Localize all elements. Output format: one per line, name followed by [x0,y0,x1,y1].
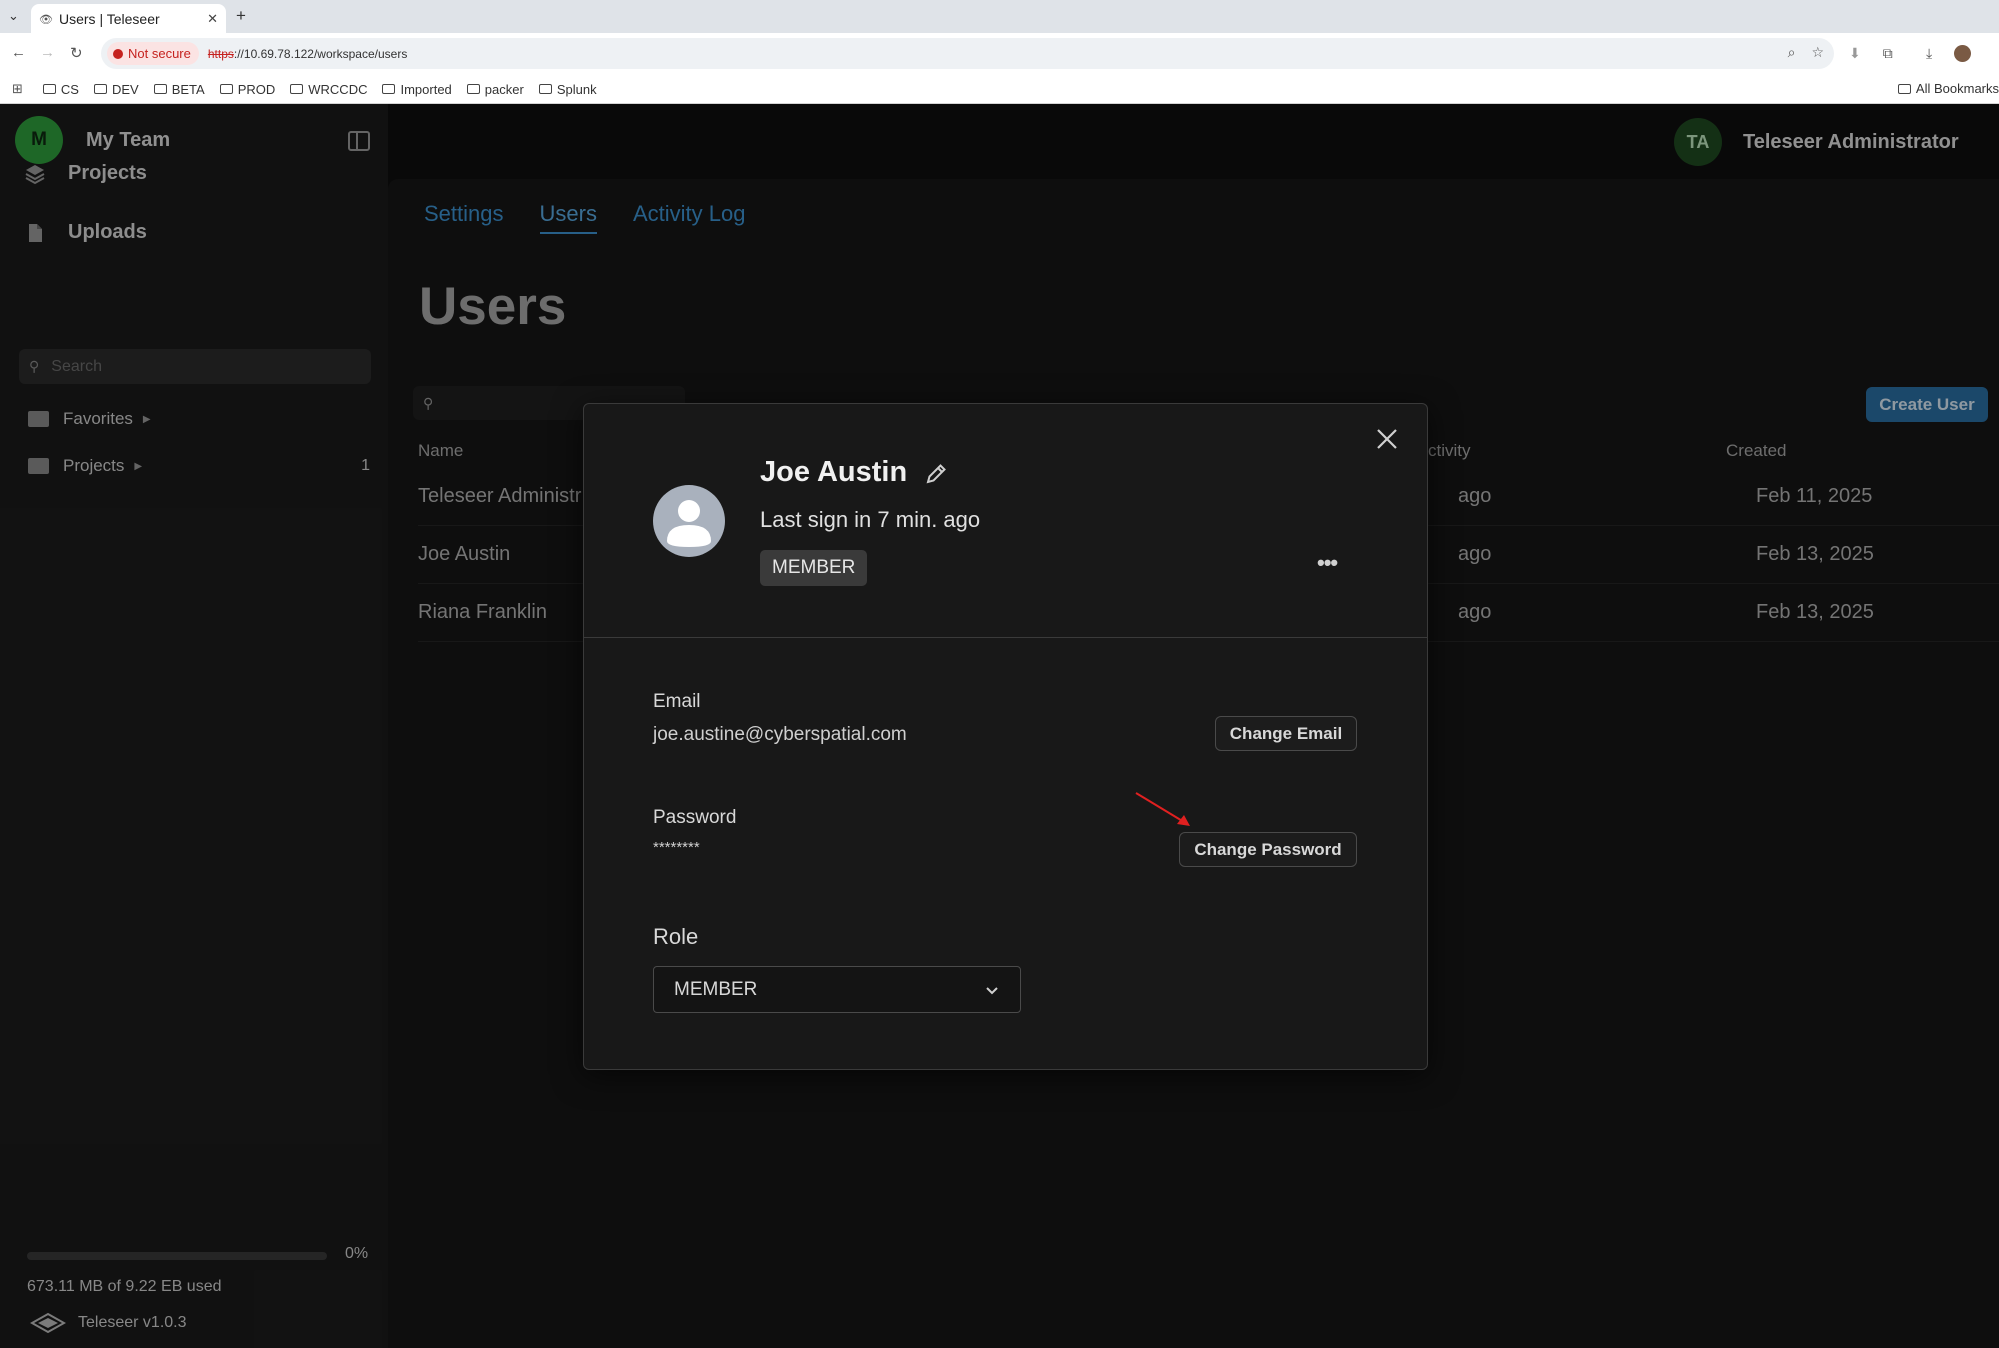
url-text[interactable]: https://10.69.78.122/workspace/users [208,47,407,61]
bookmark-label: Splunk [556,81,597,97]
chevron-down-icon [986,986,998,994]
browser-tab[interactable]: 👁 Users | Teleseer ✕ [31,4,226,33]
close-icon[interactable] [1374,426,1400,452]
bookmark-label: packer [484,81,524,97]
bookmark-folder[interactable]: Splunk [538,81,597,97]
folder-icon [382,84,396,94]
role-label: Role [653,924,699,949]
folder-icon [466,84,480,94]
bookmarks-bar: ⊞ CS DEV BETA PROD WRCCDC Imported packe… [0,75,1999,104]
bookmark-star-icon[interactable]: ☆ [1811,44,1824,61]
role-select-value: MEMBER [674,978,758,1000]
folder-icon [1897,83,1911,94]
security-label: Not secure [128,46,191,61]
teleseer-favicon-icon: 👁 [39,13,53,26]
extension-icon[interactable]: ⬇ [1849,45,1861,62]
bookmark-label: CS [60,81,79,97]
forward-arrow-icon[interactable]: → [40,44,55,61]
bookmark-label: BETA [171,81,205,97]
browser-menu-icon[interactable]: ⋮ [1993,45,1999,62]
bookmark-folder[interactable]: DEV [93,81,139,97]
warning-icon [113,48,123,59]
all-bookmarks-label: All Bookmarks [1915,81,1999,96]
folder-icon [538,84,552,94]
address-bar[interactable]: Not secure https://10.69.78.122/workspac… [101,38,1834,69]
email-label: Email [653,691,701,712]
change-email-button[interactable]: Change Email [1215,716,1357,751]
bookmark-folder[interactable]: PROD [219,81,276,97]
back-arrow-icon[interactable]: ← [11,44,26,61]
role-badge: MEMBER [760,550,868,586]
more-options-icon[interactable]: ••• [1317,550,1338,576]
last-sign-in: Last sign in 7 min. ago [760,507,981,532]
password-label: Password [653,807,737,828]
bookmark-label: PROD [237,81,276,97]
bookmark-label: WRCCDC [308,81,368,97]
bookmark-folder[interactable]: CS [42,81,79,97]
toolbar-actions-right: ⤓ ⋮ [1926,45,1999,62]
browser-toolbar: ← → ↻ Not secure https://10.69.78.122/wo… [0,33,1999,75]
bookmark-label: DEV [111,81,139,97]
divider [584,637,1427,638]
user-avatar-placeholder [653,485,725,557]
bookmark-folder[interactable]: BETA [153,81,205,97]
change-password-button[interactable]: Change Password [1179,832,1357,867]
puzzle-extensions-icon[interactable]: ⧉ [1883,45,1893,62]
password-value: ******** [653,839,700,856]
user-details-modal: Joe Austin Last sign in 7 min. ago MEMBE… [583,403,1428,1070]
apps-grid-icon[interactable]: ⊞ [12,81,23,97]
url-path: ://10.69.78.122/workspace/users [233,46,408,61]
folder-icon [290,84,304,94]
tab-title: Users | Teleseer [59,10,160,27]
tab-search-chevron-icon[interactable]: ⌄ [8,8,19,24]
security-indicator[interactable]: Not secure [107,42,199,65]
bookmark-folder[interactable]: packer [466,81,524,97]
toolbar-actions: ⬇ ⧉ [1849,45,1893,62]
folder-icon [219,84,233,94]
reload-icon[interactable]: ↻ [70,44,83,62]
url-protocol: https [207,46,234,61]
tab-close-icon[interactable]: ✕ [207,11,218,27]
email-value: joe.austine@cyberspatial.com [653,724,907,745]
download-icon[interactable]: ⤓ [1926,45,1932,62]
bookmark-label: Imported [400,81,452,97]
browser-tab-strip: ⌄ 👁 Users | Teleseer ✕ + [0,0,1999,33]
bookmark-folder[interactable]: WRCCDC [290,82,367,97]
profile-avatar[interactable] [1954,45,1972,62]
zoom-icon[interactable]: ⌕ [1788,44,1796,61]
folder-icon [93,84,107,94]
bookmark-folder[interactable]: Imported [382,81,452,97]
annotation-arrow-icon [1135,792,1190,826]
folder-icon [42,84,56,94]
folder-icon [153,84,167,94]
user-full-name: Joe Austin [760,456,908,488]
role-select[interactable]: MEMBER [653,966,1021,1013]
new-tab-plus-icon[interactable]: + [236,6,246,26]
person-icon [667,500,711,547]
all-bookmarks[interactable]: All Bookmarks [1897,81,1999,96]
edit-pencil-icon[interactable] [923,461,949,487]
